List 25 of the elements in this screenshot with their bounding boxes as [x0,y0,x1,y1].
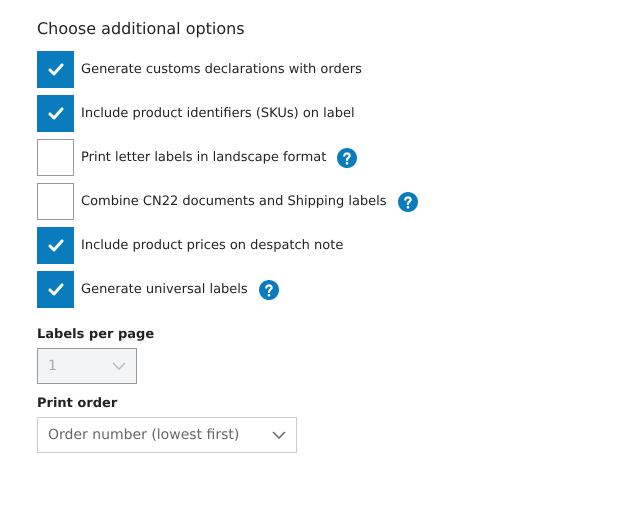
chevron-down-icon [272,431,286,439]
help-icon[interactable] [398,192,418,212]
checkbox[interactable] [37,183,74,220]
checkmark-icon [48,63,64,76]
checkbox[interactable] [37,95,74,132]
checkbox-label: Include product identifiers (SKUs) on label [81,106,355,121]
section-heading: Choose additional options [37,19,246,38]
help-icon[interactable] [258,280,279,300]
checkbox-label: Include product prices on despatch note [81,238,344,253]
checkbox-label: Combine CN22 documents and Shipping labels [81,194,387,209]
dropdown[interactable]: Order number (lowest first) [37,417,297,453]
checkbox[interactable] [37,51,74,88]
checkmark-icon [48,283,64,296]
checkbox[interactable] [37,227,74,264]
checkbox[interactable] [37,139,74,176]
help-icon[interactable] [337,148,358,168]
checkmark-icon [48,239,64,252]
chevron-down-icon [112,362,126,370]
field-label: Labels per page [37,327,156,342]
checkbox[interactable] [37,271,74,308]
checkbox-label: Generate customs declarations with orders [81,62,362,77]
field-label: Print order [37,396,118,411]
checkmark-icon [48,107,64,120]
checkbox-label: Generate universal labels [81,282,248,297]
checkbox-label: Print letter labels in landscape format [81,150,326,165]
